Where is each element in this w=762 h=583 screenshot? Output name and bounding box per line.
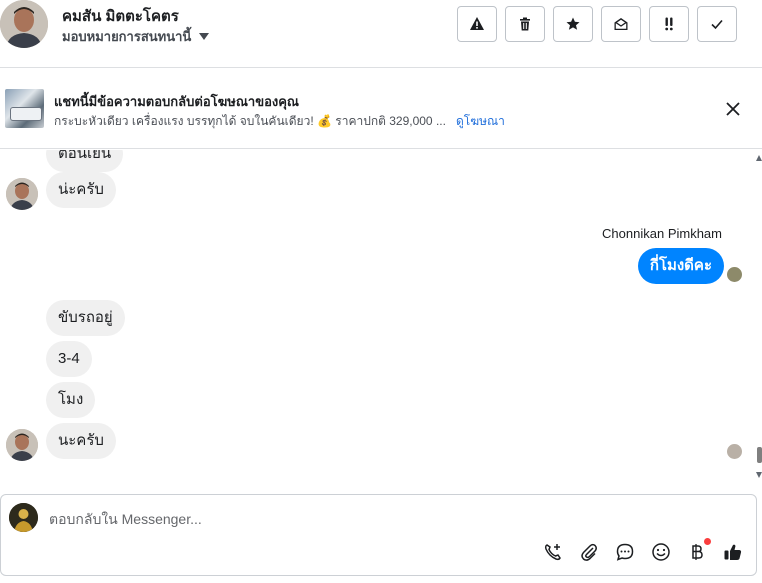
delete-button[interactable] — [505, 6, 545, 42]
message-thread[interactable]: ตอนเย็น น่ะครับ Chonnikan Pimkham กี่โมง… — [0, 150, 762, 490]
checkmark-icon — [711, 19, 723, 30]
star-icon — [566, 17, 580, 30]
mark-important-button[interactable] — [649, 6, 689, 42]
payment-button[interactable] — [687, 538, 711, 562]
thumbs-up-icon — [724, 544, 742, 560]
message-bubble-incoming: ตอนเย็น — [46, 150, 124, 172]
paperclip-icon — [581, 543, 597, 561]
ad-banner-title: แชทนี้มีข้อความตอบกลับต่อโฆษณาของคุณ — [54, 94, 299, 109]
trash-icon — [520, 17, 530, 31]
mark-unread-button[interactable] — [601, 6, 641, 42]
assign-label: มอบหมายการสนทนานี้ — [62, 29, 192, 44]
scroll-up-arrow[interactable] — [756, 155, 762, 161]
page-avatar — [9, 503, 38, 532]
message-bubble-incoming: น่ะครับ — [46, 172, 116, 208]
chat-bubble-icon — [616, 543, 634, 561]
warning-icon — [470, 17, 484, 30]
saved-replies-button[interactable] — [615, 542, 635, 562]
assign-conversation-dropdown[interactable]: มอบหมายการสนทนานี้ — [62, 26, 210, 47]
conversation-toolbar — [457, 6, 737, 42]
contact-name[interactable]: คมสัน มิตตะโคตร — [62, 4, 179, 28]
baht-icon — [692, 544, 703, 560]
mark-done-button[interactable] — [697, 6, 737, 42]
attach-button[interactable] — [579, 542, 599, 562]
message-bubble-incoming: ขับรถอยู่ — [46, 300, 125, 336]
reply-composer — [0, 494, 757, 576]
notification-dot — [704, 538, 711, 545]
ad-reply-banner: แชทนี้มีข้อความตอบกลับต่อโฆษณาของคุณ กระ… — [0, 69, 762, 149]
report-button[interactable] — [457, 6, 497, 42]
view-ad-link[interactable]: ดูโฆษณา — [456, 112, 505, 131]
contact-avatar-small — [6, 178, 38, 210]
scroll-down-arrow[interactable] — [756, 472, 762, 478]
close-icon[interactable] — [724, 100, 742, 118]
composer-toolbar — [543, 538, 743, 562]
message-bubble-incoming: นะครับ — [46, 423, 116, 459]
ad-description: กระบะหัวเดียว เครื่องแรง บรรทุกได้ จบในค… — [54, 114, 446, 128]
call-add-button[interactable] — [543, 542, 563, 562]
caret-down-icon — [199, 33, 210, 40]
ad-banner-subtitle: กระบะหัวเดียว เครื่องแรง บรรทุกได้ จบในค… — [54, 112, 505, 131]
call-add-icon — [544, 544, 561, 561]
seen-avatar — [727, 267, 742, 282]
envelope-open-icon — [614, 18, 628, 30]
seen-avatar — [727, 444, 742, 459]
message-bubble-incoming: 3-4 — [46, 341, 92, 377]
ad-thumbnail[interactable] — [5, 89, 44, 128]
smiley-icon — [652, 543, 670, 561]
double-exclamation-icon — [665, 17, 673, 31]
like-button[interactable] — [723, 542, 743, 562]
reply-input[interactable] — [49, 508, 729, 530]
message-bubble-outgoing: กี่โมงดีคะ — [637, 248, 724, 284]
message-bubble-incoming: โมง — [46, 382, 96, 418]
star-button[interactable] — [553, 6, 593, 42]
contact-avatar[interactable] — [0, 0, 48, 48]
scrollbar-thumb[interactable] — [757, 447, 762, 463]
emoji-button[interactable] — [651, 542, 671, 562]
conversation-header: คมสัน มิตตะโคตร มอบหมายการสนทนานี้ — [0, 0, 762, 68]
sender-name: Chonnikan Pimkham — [602, 226, 722, 241]
contact-avatar-small — [6, 429, 38, 461]
